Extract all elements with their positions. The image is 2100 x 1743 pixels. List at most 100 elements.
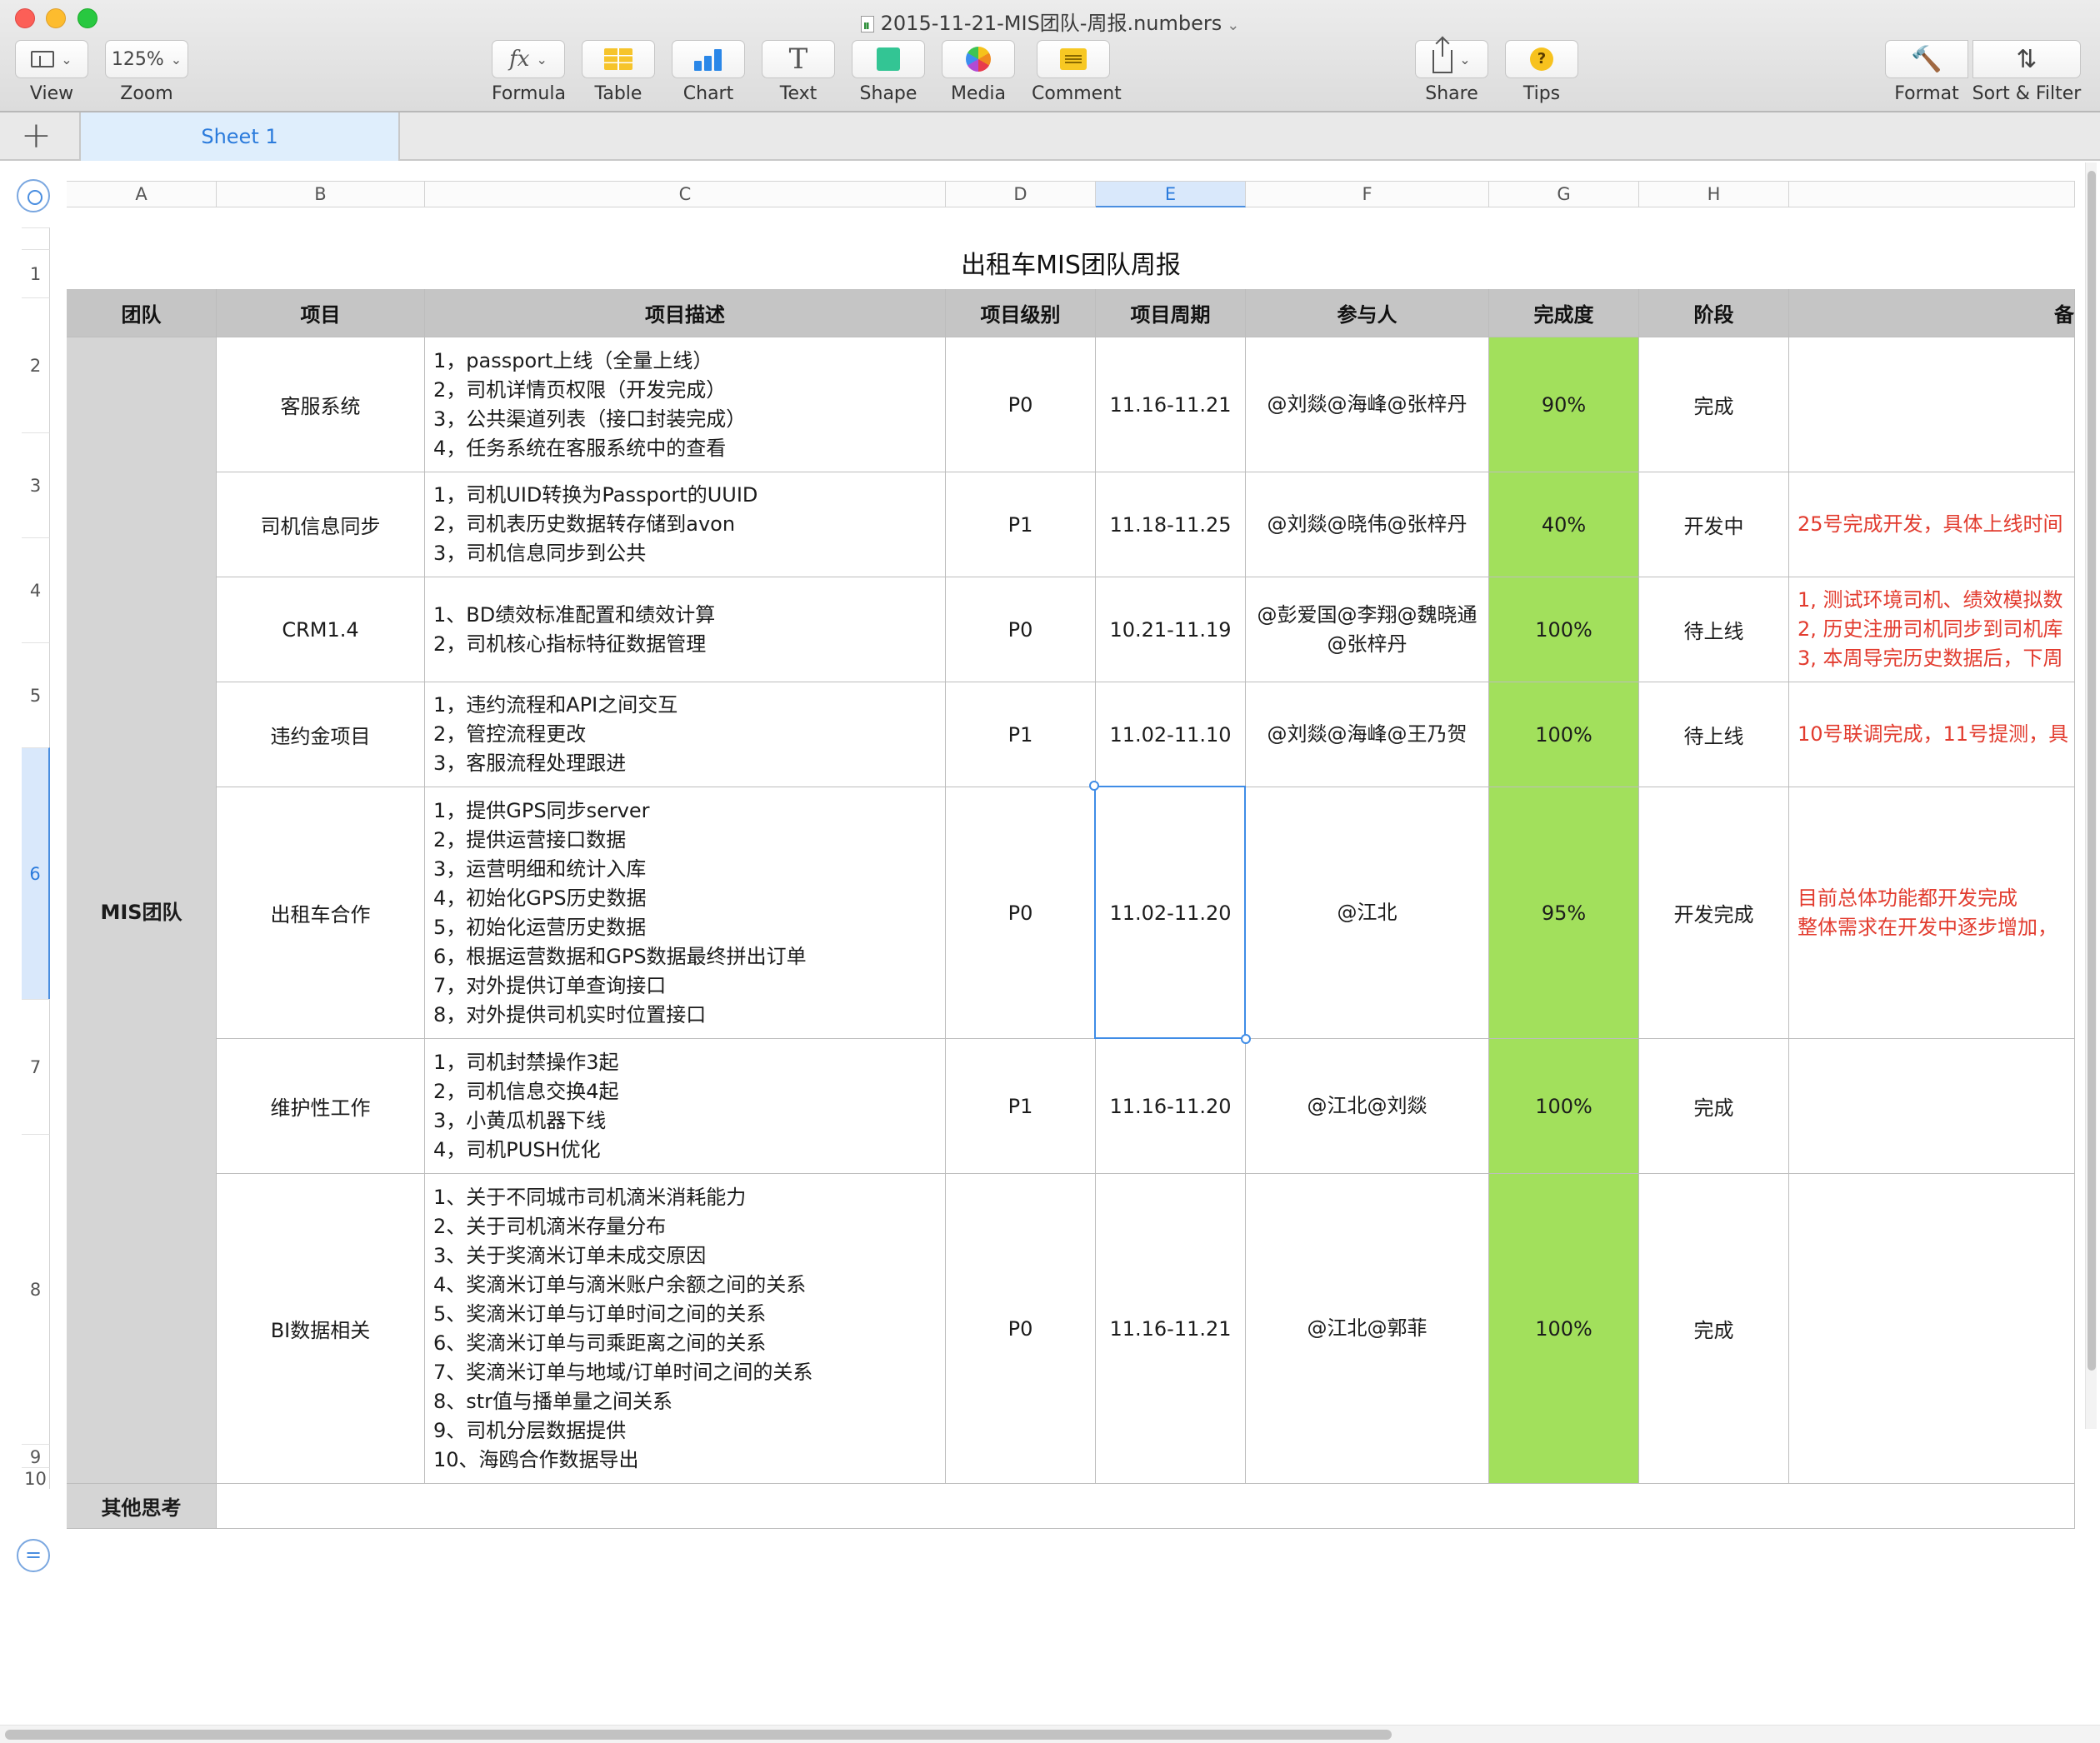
project-cell[interactable]: 出租车合作 [217,787,425,1039]
header-cell[interactable]: 项目 [217,289,425,337]
header-cell[interactable]: 团队 [67,289,217,337]
document-title[interactable]: 2015-11-21-MIS团队-周报.numbers ⌄ [0,7,2100,36]
period-cell[interactable]: 11.18-11.25 [1096,472,1246,577]
add-row-column-handle[interactable]: = [17,1539,50,1572]
participants-cell[interactable]: @彭爱国@李翔@魏晓通@张梓丹 [1246,577,1489,682]
header-cell[interactable]: 参与人 [1246,289,1489,337]
notes-cell[interactable]: 目前总体功能都开发完成 整体需求在开发中逐步增加， [1789,787,2075,1039]
row-header[interactable]: 5 [22,642,50,747]
tips-tool[interactable]: ? Tips [1505,40,1578,104]
vertical-scrollbar[interactable] [2085,162,2097,1429]
row-header[interactable]: 3 [22,432,50,537]
column-header[interactable]: F [1246,181,1489,207]
column-header[interactable]: C [425,181,946,207]
description-cell[interactable]: 1，司机封禁操作3起 2，司机信息交换4起 3，小黄瓜机器下线 4，司机PUSH优化 [425,1039,946,1174]
table-button[interactable] [582,40,655,78]
level-cell[interactable]: P0 [946,577,1096,682]
chart-button[interactable] [672,40,745,78]
project-cell[interactable]: 违约金项目 [217,682,425,787]
formula-tool[interactable]: fx ⌄ Formula [492,40,566,104]
table-select-handle[interactable] [17,179,50,212]
column-header[interactable]: H [1639,181,1789,207]
completion-cell[interactable]: 100% [1489,1174,1639,1484]
project-cell[interactable]: 客服系统 [217,337,425,472]
zoom-select[interactable]: 125% ⌄ [105,40,188,78]
level-cell[interactable]: P0 [946,787,1096,1039]
team-cell[interactable]: MIS团队 [67,337,217,1484]
row-header[interactable]: 1 [22,249,50,297]
header-cell[interactable]: 项目级别 [946,289,1096,337]
stage-cell[interactable]: 待上线 [1639,682,1789,787]
description-cell[interactable]: 1、BD绩效标准配置和绩效计算 2，司机核心指标特征数据管理 [425,577,946,682]
comment-tool[interactable]: Comment [1032,40,1122,104]
selection-handle-bottom-right[interactable] [1241,1034,1251,1044]
other-thoughts-label[interactable]: 其他思考 [67,1484,217,1529]
notes-cell[interactable]: 1, 测试环境司机、绩效模拟数 2, 历史注册司机同步到司机库 3, 本周导完历史数… [1789,577,2075,682]
table-tool[interactable]: Table [582,40,655,104]
tips-button[interactable]: ? [1505,40,1578,78]
view-button[interactable]: ⌄ [15,40,88,78]
completion-cell[interactable]: 40% [1489,472,1639,577]
notes-cell[interactable]: 10号联调完成，11号提测，具 [1789,682,2075,787]
completion-cell[interactable]: 90% [1489,337,1639,472]
description-cell[interactable]: 1、关于不同城市司机滴米消耗能力 2、关于司机滴米存量分布 3、关于奖滴米订单未成交… [425,1174,946,1484]
level-cell[interactable]: P0 [946,337,1096,472]
row-header[interactable]: 8 [22,1134,50,1444]
participants-cell[interactable]: @江北 [1246,787,1489,1039]
level-cell[interactable]: P1 [946,682,1096,787]
media-tool[interactable]: Media [942,40,1015,104]
column-header[interactable]: E [1096,181,1246,207]
period-cell[interactable]: 11.16-11.20 [1096,1039,1246,1174]
header-cell[interactable]: 阶段 [1639,289,1789,337]
stage-cell[interactable]: 完成 [1639,1039,1789,1174]
column-header[interactable] [1789,181,2075,207]
sort-filter-button[interactable]: ⇅ [1972,40,2081,78]
shape-tool[interactable]: Shape [852,40,925,104]
share-button[interactable]: ⌄ [1415,38,1488,78]
vertical-scroll-thumb[interactable] [2088,171,2096,1371]
participants-cell[interactable]: @刘燚@晓伟@张梓丹 [1246,472,1489,577]
level-cell[interactable]: P1 [946,472,1096,577]
sort-filter-tool[interactable]: ⇅ Sort & Filter [1968,40,2085,104]
notes-cell[interactable] [1789,337,2075,472]
column-header[interactable]: G [1489,181,1639,207]
completion-cell[interactable]: 100% [1489,682,1639,787]
horizontal-scroll-thumb[interactable] [5,1730,1392,1740]
formula-button[interactable]: fx ⌄ [492,40,565,78]
row-header[interactable]: 7 [22,999,50,1134]
header-cell[interactable]: 项目周期 [1096,289,1246,337]
project-cell[interactable]: 司机信息同步 [217,472,425,577]
text-button[interactable]: T [762,40,835,78]
completion-cell[interactable]: 100% [1489,577,1639,682]
tab-sheet-1[interactable]: Sheet 1 [79,112,400,161]
report-title[interactable]: 出租车MIS团队周报 [67,244,2075,281]
participants-cell[interactable]: @刘燚@海峰@张梓丹 [1246,337,1489,472]
project-cell[interactable]: BI数据相关 [217,1174,425,1484]
cell-selection[interactable] [1094,786,1246,1039]
selection-handle-top-left[interactable] [1089,781,1099,791]
zoom-tool[interactable]: 125% ⌄ Zoom [105,40,188,104]
row-header[interactable]: 10 [22,1467,50,1489]
period-cell[interactable]: 11.16-11.21 [1096,1174,1246,1484]
header-cell[interactable]: 完成度 [1489,289,1639,337]
comment-button[interactable] [1037,40,1110,78]
view-tool[interactable]: ⌄ View [15,40,88,104]
row-header[interactable]: 4 [22,537,50,642]
period-cell[interactable]: 11.02-11.10 [1096,682,1246,787]
media-button[interactable] [942,40,1015,78]
row-header[interactable]: 2 [22,297,50,432]
format-tool[interactable]: 🔨 Format [1885,40,1968,104]
column-header[interactable]: D [946,181,1096,207]
period-cell[interactable]: 10.21-11.19 [1096,577,1246,682]
format-button[interactable]: 🔨 [1885,40,1968,78]
header-cell[interactable]: 备 [1789,289,2075,337]
column-header[interactable]: A [67,181,217,207]
level-cell[interactable]: P0 [946,1174,1096,1484]
project-cell[interactable]: 维护性工作 [217,1039,425,1174]
horizontal-scrollbar[interactable] [0,1725,2100,1743]
stage-cell[interactable]: 开发中 [1639,472,1789,577]
column-header[interactable]: B [217,181,425,207]
share-tool[interactable]: ⌄ Share [1415,38,1488,104]
participants-cell[interactable]: @江北@郭菲 [1246,1174,1489,1484]
description-cell[interactable]: 1，司机UID转换为Passport的UUID 2，司机表历史数据转存储到avon… [425,472,946,577]
